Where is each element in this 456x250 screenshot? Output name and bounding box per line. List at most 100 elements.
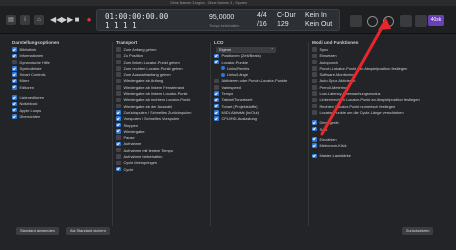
checkbox[interactable] [12, 53, 17, 59]
checkbox[interactable] [12, 78, 17, 84]
checkbox[interactable] [312, 47, 317, 52]
checkbox[interactable] [116, 53, 121, 59]
checkbox[interactable] [312, 85, 317, 90]
option-row[interactable]: Solo [312, 127, 452, 133]
checkbox[interactable] [116, 160, 121, 166]
option-label: Listeneditoren [19, 95, 44, 101]
checkbox[interactable] [214, 103, 219, 109]
badge-indicator[interactable]: 40sk [428, 15, 444, 26]
record-icon[interactable]: ● [84, 15, 94, 25]
checkbox[interactable] [116, 147, 121, 153]
checkbox[interactable] [12, 59, 17, 65]
checkbox[interactable] [312, 126, 317, 132]
checkbox[interactable] [214, 78, 219, 84]
checkbox[interactable] [116, 166, 121, 172]
library-icon[interactable]: ▤ [6, 15, 16, 25]
tuner-icon[interactable] [383, 16, 394, 27]
reset-button[interactable]: Zurücksetzen [402, 227, 434, 235]
checkbox[interactable] [116, 129, 121, 134]
option-row[interactable]: Editoren [12, 85, 108, 91]
checkbox[interactable] [12, 85, 17, 90]
checkbox[interactable] [312, 97, 317, 103]
loops-icon[interactable] [415, 15, 427, 27]
checkbox[interactable] [312, 91, 317, 96]
forward-icon[interactable]: ▶▶ [61, 15, 73, 25]
metronome-icon[interactable] [367, 16, 378, 27]
checkbox[interactable] [116, 47, 121, 52]
checkbox[interactable] [12, 72, 17, 77]
checkbox[interactable] [214, 116, 219, 121]
checkbox[interactable] [312, 53, 317, 59]
checkbox[interactable] [116, 116, 121, 121]
save-as-default-button[interactable]: Als Standard sichern [66, 227, 110, 235]
toolbar-toggle-icon[interactable]: ⌂ [34, 15, 44, 25]
option-row[interactable]: Cycle [116, 167, 208, 173]
option-row[interactable]: Master-Lautstärke [312, 153, 452, 159]
option-label: Locator-Punkte [221, 59, 248, 65]
checkbox[interactable] [312, 66, 317, 71]
checkbox[interactable] [312, 59, 317, 65]
checkbox[interactable] [312, 103, 317, 109]
checkbox[interactable] [116, 78, 121, 84]
checkbox[interactable] [116, 154, 121, 159]
list-editor-icon[interactable] [350, 15, 362, 27]
checkbox[interactable] [12, 95, 17, 100]
option-row[interactable]: Locator-Punkte um die Cycle-Länge versch… [312, 110, 452, 116]
checkbox[interactable] [312, 120, 317, 125]
option-label: Software-Monitoring [319, 72, 355, 78]
option-label: Aktivieren oder Punch-Locator-Punkte [221, 78, 288, 84]
checkbox[interactable] [214, 110, 219, 115]
option-label: MIDI-Aktivität (In/Out) [221, 109, 259, 115]
checkbox[interactable] [312, 78, 317, 84]
checkbox[interactable] [116, 97, 121, 103]
option-row[interactable]: CPU/HD-Auslastung [214, 116, 306, 122]
checkbox[interactable] [116, 91, 121, 96]
option-label: Notizblock [19, 101, 38, 107]
checkbox[interactable] [214, 85, 219, 90]
radio-button[interactable] [221, 72, 225, 77]
checkbox[interactable] [312, 143, 317, 148]
column-modes-functions: Modi und Funktionen Sync Einsetzen Autopun… [312, 39, 452, 160]
checkbox[interactable] [312, 153, 317, 159]
checkbox[interactable] [12, 101, 17, 107]
checkbox[interactable] [116, 66, 121, 71]
option-label: Variespeed [221, 84, 241, 90]
option-label: Zu Position [123, 53, 143, 59]
rewind-icon[interactable]: ◀◀ [50, 15, 62, 25]
option-label: Wiedergabe ab rechtem Locator-Punkt [123, 97, 191, 103]
option-row[interactable]: Metronom-Klick [312, 143, 452, 149]
checkbox[interactable] [116, 135, 121, 140]
checkbox[interactable] [12, 47, 17, 52]
checkbox[interactable] [214, 59, 219, 65]
checkbox[interactable] [12, 107, 17, 113]
checkbox[interactable] [214, 53, 219, 59]
option-label: Stoppen [123, 122, 139, 128]
checkbox[interactable] [116, 59, 121, 65]
radio-button[interactable] [221, 66, 225, 71]
checkbox[interactable] [312, 137, 317, 142]
customize-control-bar-dialog: Darstellungsoptionen Bibliothek Informati… [0, 34, 456, 250]
option-row[interactable]: Übersichten [12, 114, 108, 120]
checkbox[interactable] [12, 114, 17, 119]
lcd-display[interactable]: 01:00:00:00.00 1 1 1 1 95,0000 Tempo bei… [96, 9, 340, 31]
checkbox[interactable] [312, 72, 317, 77]
stop-icon[interactable]: ■ [72, 15, 82, 25]
checkbox[interactable] [116, 72, 121, 77]
checkbox[interactable] [116, 110, 121, 115]
option-label: Punch-Lokator-Punkt von Abspielposition … [319, 65, 408, 71]
checkbox[interactable] [116, 103, 121, 109]
checkbox[interactable] [214, 91, 219, 96]
info-icon[interactable]: i [20, 15, 30, 25]
checkbox[interactable] [116, 85, 121, 90]
display-options-list: Bibliothek Informationen Dynamische Hilfe S… [12, 47, 108, 120]
checkbox[interactable] [12, 66, 17, 71]
checkbox[interactable] [116, 141, 121, 147]
option-label: Positionen (Zeit/Beats) [221, 53, 261, 59]
lcd-bar-position: 1 1 1 1 [105, 21, 137, 30]
checkbox[interactable] [116, 122, 121, 128]
checkbox[interactable] [312, 110, 317, 115]
notepad-icon[interactable] [400, 15, 412, 27]
apply-default-button[interactable]: Standard anwenden [16, 227, 59, 235]
checkbox[interactable] [214, 97, 219, 103]
lcd-mode-select[interactable]: Eigene [216, 45, 276, 53]
